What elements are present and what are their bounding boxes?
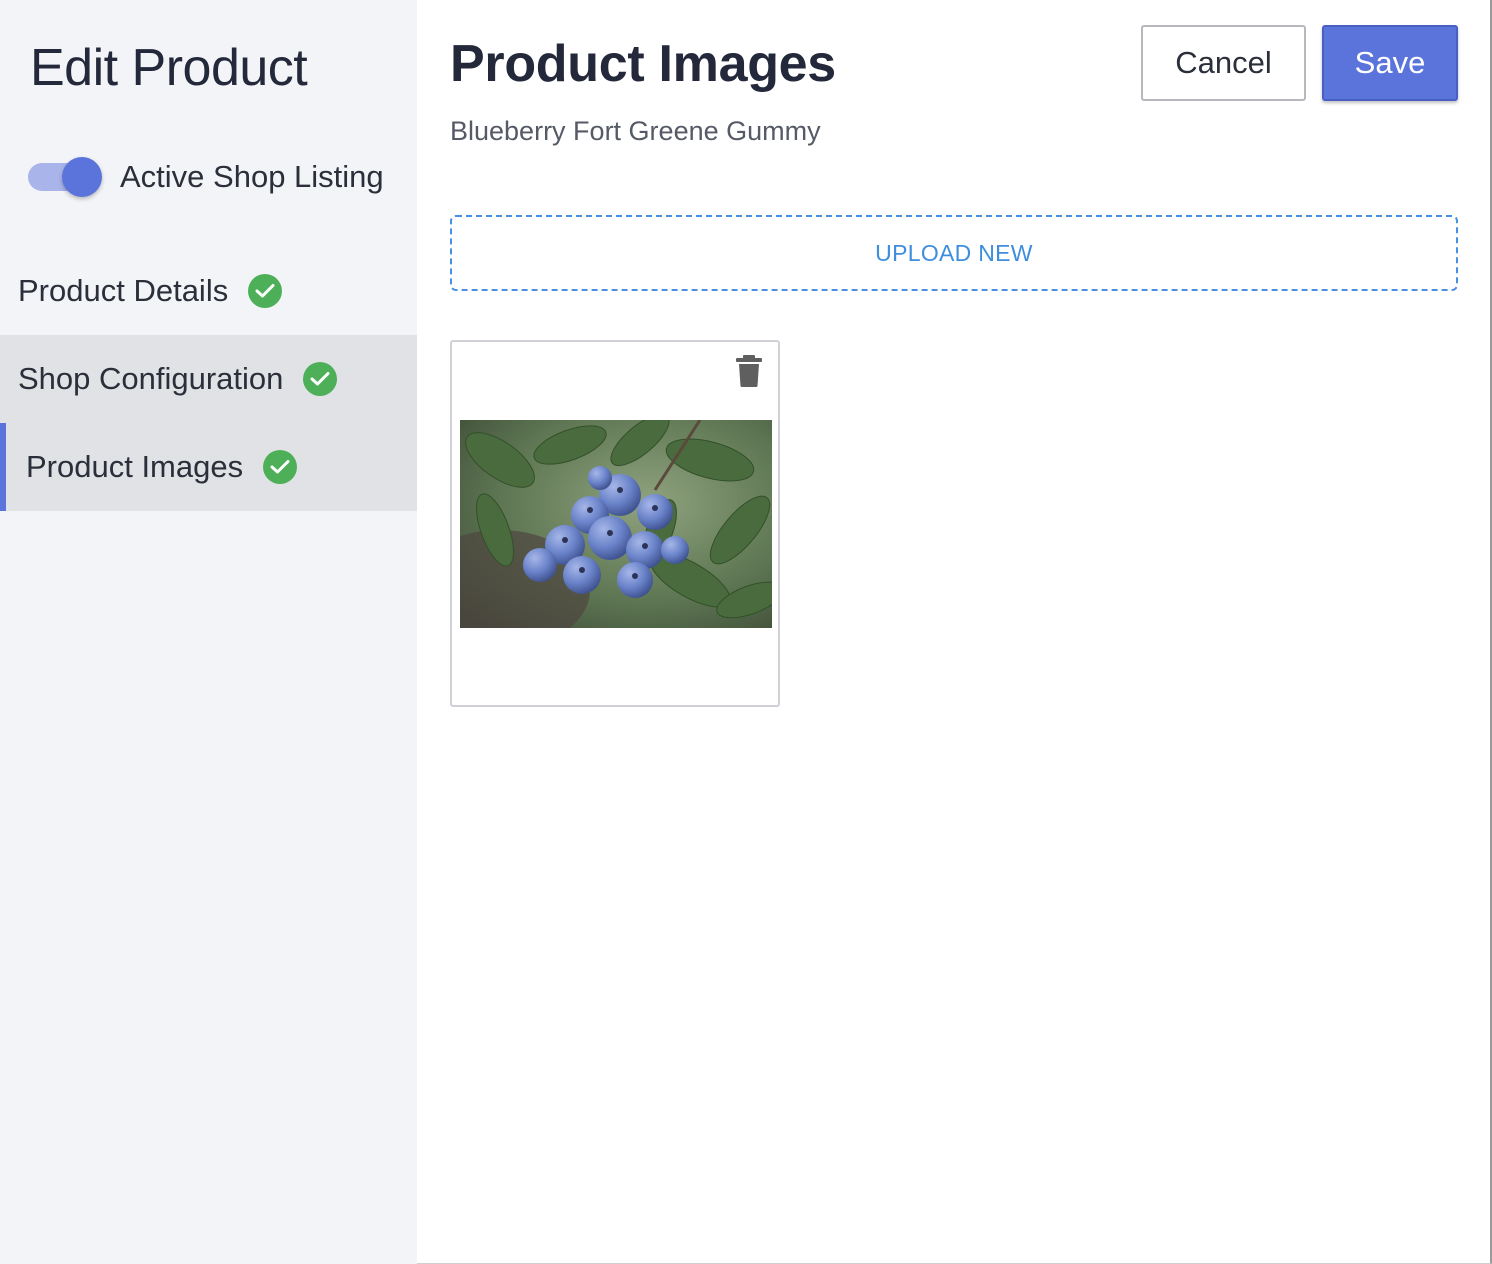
- trash-icon[interactable]: [734, 354, 764, 388]
- product-image-card: [450, 340, 780, 707]
- product-image-thumbnail[interactable]: [460, 420, 772, 628]
- upload-new-button[interactable]: UPLOAD NEW: [450, 215, 1458, 291]
- check-circle-icon: [248, 274, 283, 308]
- check-circle-icon: [303, 362, 338, 396]
- main-panel: Product Images Blueberry Fort Greene Gum…: [417, 0, 1490, 1264]
- save-button[interactable]: Save: [1322, 25, 1458, 101]
- active-listing-row: Active Shop Listing: [28, 155, 384, 199]
- sidebar-title: Edit Product: [30, 39, 308, 97]
- sidebar-item-label: Product Images: [26, 449, 244, 484]
- check-circle-icon: [263, 450, 298, 484]
- active-listing-label: Active Shop Listing: [120, 159, 384, 194]
- sidebar-item-product-details[interactable]: Product Details: [0, 247, 417, 335]
- blueberries-photo: [460, 420, 772, 628]
- sidebar-nav: Product Details Shop Configuration Produ…: [0, 247, 417, 511]
- toggle-knob[interactable]: [62, 157, 102, 197]
- product-name: Blueberry Fort Greene Gummy: [450, 116, 821, 146]
- active-listing-toggle[interactable]: [28, 155, 102, 199]
- sidebar-item-shop-configuration[interactable]: Shop Configuration: [0, 335, 417, 423]
- cancel-button[interactable]: Cancel: [1141, 25, 1306, 101]
- edit-product-window: Edit Product Active Shop Listing Product…: [0, 0, 1492, 1264]
- sidebar-item-label: Product Details: [18, 273, 229, 308]
- page-title: Product Images: [450, 35, 836, 93]
- sidebar: Edit Product Active Shop Listing Product…: [0, 0, 417, 1264]
- sidebar-item-product-images[interactable]: Product Images: [0, 423, 417, 511]
- sidebar-item-label: Shop Configuration: [18, 361, 284, 396]
